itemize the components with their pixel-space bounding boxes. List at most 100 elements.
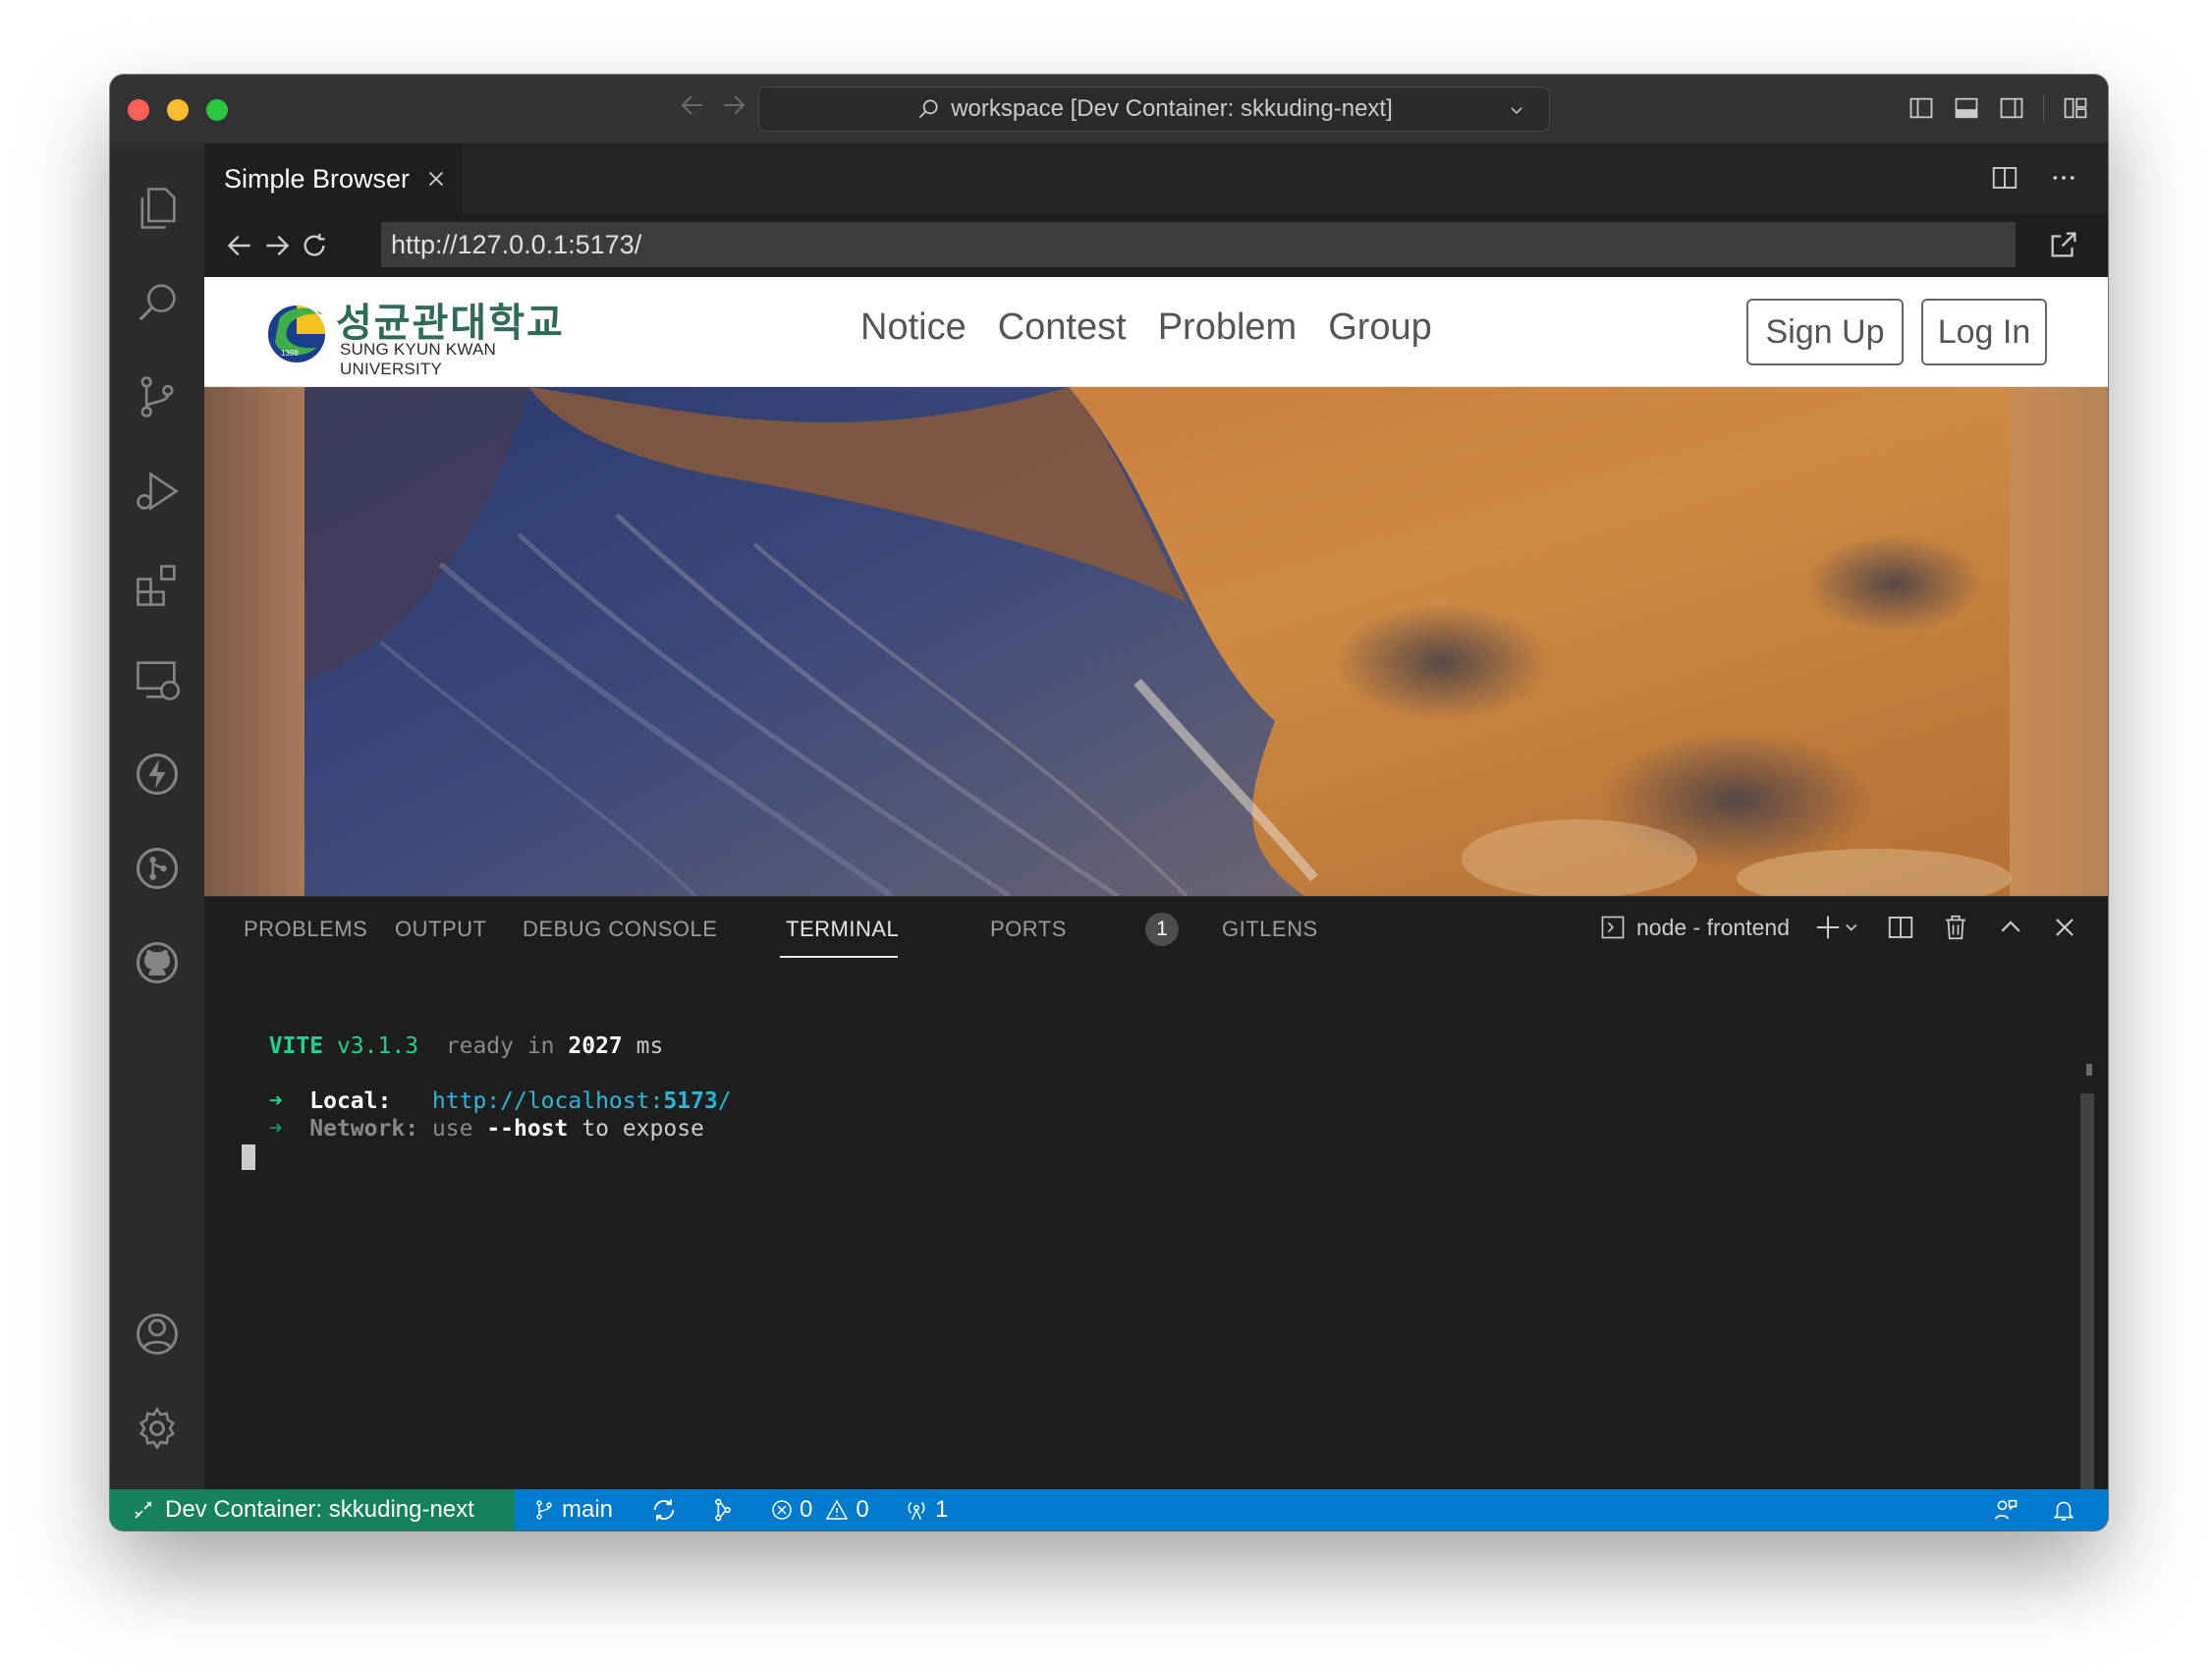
remote-indicator[interactable]: Dev Container: skkuding-next — [110, 1489, 515, 1531]
more-actions-icon[interactable] — [2049, 163, 2078, 193]
chevron-down-icon[interactable] — [1508, 101, 1525, 119]
tab-simple-browser[interactable]: Simple Browser — [204, 143, 462, 214]
toggle-sidebar-icon[interactable] — [1908, 94, 1935, 122]
reload-icon[interactable] — [299, 230, 330, 261]
log-in-button[interactable]: Log In — [1921, 299, 2047, 365]
ports-count: 1 — [935, 1496, 949, 1523]
layout-controls — [1908, 94, 2089, 122]
network-use: use — [431, 1116, 473, 1142]
skku-emblem-icon: 1398 — [266, 304, 327, 364]
panel-actions: node - frontend — [1599, 913, 2078, 942]
split-terminal-icon[interactable] — [1886, 913, 1915, 942]
nav-problem[interactable]: Problem — [1158, 307, 1298, 349]
local-url-suffix: / — [717, 1088, 732, 1114]
ready-time: 2027 — [568, 1033, 623, 1059]
editor-actions — [1990, 163, 2078, 193]
new-terminal-icon[interactable] — [1815, 913, 1860, 942]
mars-surface-image — [204, 387, 2108, 896]
site-header: 1398 성균관대학교 SUNG KYUN KWAN UNIVERSITY No… — [204, 277, 2108, 387]
ready-text: ready in — [445, 1033, 555, 1059]
git-branch-icon — [536, 1500, 552, 1520]
settings-gear-icon[interactable] — [132, 1403, 183, 1454]
terminal-name: node - frontend — [1635, 914, 1790, 940]
feedback-icon — [1994, 1499, 2018, 1520]
git-graph-button[interactable] — [709, 1489, 737, 1531]
panel-tab-bar: PROBLEMS OUTPUT DEBUG CONSOLE TERMINAL P… — [204, 897, 2108, 964]
vite-version: v3.1.3 — [336, 1033, 419, 1059]
separator — [2043, 94, 2044, 122]
notifications-button[interactable] — [2051, 1489, 2076, 1531]
trash-icon[interactable] — [1941, 913, 1970, 942]
scrollbar-marker — [2086, 1064, 2092, 1076]
back-arrow-icon[interactable] — [678, 90, 707, 120]
accounts-icon[interactable] — [132, 1309, 183, 1360]
terminal-scrollbar[interactable] — [2080, 1093, 2094, 1490]
url-input[interactable] — [381, 222, 2016, 267]
sign-up-button[interactable]: Sign Up — [1746, 299, 1904, 365]
close-window-button[interactable] — [128, 99, 149, 121]
extensions-icon[interactable] — [132, 560, 183, 611]
ports-count-badge: 1 — [1145, 913, 1179, 946]
tab-gitlens[interactable]: GITLENS — [1222, 917, 1318, 942]
back-arrow-icon[interactable] — [224, 230, 255, 261]
nav-notice[interactable]: Notice — [860, 307, 967, 349]
nav-group[interactable]: Group — [1328, 307, 1432, 349]
ports-indicator[interactable]: 1 — [904, 1489, 948, 1531]
forward-arrow-icon[interactable] — [719, 90, 748, 120]
error-icon — [772, 1500, 792, 1520]
title-bar: workspace [Dev Container: skkuding-next] — [110, 75, 2108, 143]
logo-english-text: SUNG KYUN KWAN UNIVERSITY — [340, 340, 496, 378]
split-editor-icon[interactable] — [1990, 163, 2019, 193]
close-icon[interactable] — [2051, 914, 2078, 941]
open-external-icon[interactable] — [2047, 228, 2080, 261]
close-icon[interactable] — [425, 168, 447, 190]
warning-icon — [826, 1499, 849, 1520]
site-nav: Notice Contest Problem Group — [860, 307, 1432, 349]
warning-count: 0 — [856, 1496, 869, 1523]
nav-contest[interactable]: Contest — [998, 307, 1127, 349]
run-debug-icon[interactable] — [132, 466, 183, 517]
browser-url-bar — [204, 214, 2108, 277]
arrow-icon: ➜ — [268, 1116, 283, 1142]
toggle-secondary-sidebar-icon[interactable] — [1998, 94, 2025, 122]
feedback-button[interactable] — [1992, 1489, 2019, 1531]
tab-output[interactable]: OUTPUT — [395, 917, 486, 942]
thunder-client-icon[interactable] — [132, 749, 183, 800]
branch-indicator[interactable]: main — [532, 1489, 613, 1531]
remote-explorer-icon[interactable] — [132, 654, 183, 705]
terminal-cursor — [242, 1143, 255, 1170]
tab-ports[interactable]: PORTS — [990, 917, 1067, 942]
problems-indicator[interactable]: 0 0 — [770, 1489, 869, 1531]
explorer-icon[interactable] — [132, 183, 183, 234]
tab-terminal[interactable]: TERMINAL — [786, 917, 899, 942]
terminal-icon — [1601, 916, 1625, 939]
tab-debug-console[interactable]: DEBUG CONSOLE — [523, 917, 717, 942]
sync-button[interactable] — [650, 1489, 678, 1531]
vscode-window: workspace [Dev Container: skkuding-next] — [110, 75, 2108, 1531]
terminal-selector[interactable]: node - frontend — [1599, 914, 1790, 941]
branch-name: main — [562, 1496, 614, 1523]
search-icon[interactable] — [132, 277, 183, 328]
customize-layout-icon[interactable] — [2062, 94, 2089, 122]
terminal-output[interactable]: VITE v3.1.3 ready in 2027 ms ➜ Local: ht… — [242, 1005, 732, 1198]
toggle-panel-icon[interactable] — [1953, 94, 1980, 122]
active-tab-indicator — [780, 956, 898, 958]
activity-bar — [110, 143, 204, 1489]
network-rest: to expose — [581, 1116, 704, 1142]
zoom-window-button[interactable] — [206, 99, 228, 121]
command-center[interactable]: workspace [Dev Container: skkuding-next] — [758, 86, 1550, 132]
github-icon[interactable] — [132, 937, 183, 988]
broadcast-icon — [908, 1501, 925, 1521]
university-logo[interactable]: 1398 성균관대학교 SUNG KYUN KWAN UNIVERSITY — [265, 291, 589, 378]
chevron-up-icon[interactable] — [1996, 913, 2025, 942]
browser-webview: 1398 성균관대학교 SUNG KYUN KWAN UNIVERSITY No… — [204, 277, 2108, 896]
minimize-window-button[interactable] — [167, 99, 189, 121]
error-count: 0 — [800, 1496, 813, 1523]
command-center-label: workspace [Dev Container: skkuding-next] — [951, 95, 1393, 122]
forward-arrow-icon[interactable] — [261, 230, 293, 261]
gitlens-icon[interactable] — [132, 843, 183, 894]
tab-problems[interactable]: PROBLEMS — [244, 917, 367, 942]
logo-year: 1398 — [281, 349, 299, 358]
network-flag: --host — [486, 1116, 569, 1142]
source-control-icon[interactable] — [132, 371, 183, 422]
